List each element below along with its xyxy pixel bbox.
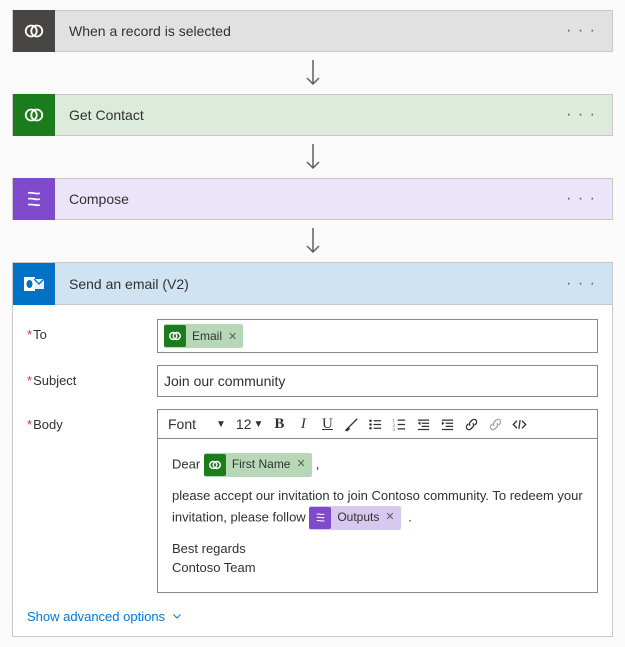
step-compose[interactable]: Compose · · ·: [12, 178, 613, 220]
outdent-button[interactable]: [413, 413, 433, 435]
code-view-button[interactable]: [509, 413, 529, 435]
step-title: Send an email (V2): [55, 276, 550, 292]
cds-icon: [13, 94, 55, 136]
step-title: Get Contact: [55, 107, 550, 123]
token-remove-icon[interactable]: ✕: [385, 510, 394, 526]
step-title: Compose: [55, 191, 550, 207]
unlink-button[interactable]: [485, 413, 505, 435]
field-label-to: *To: [27, 319, 157, 353]
svg-text:3: 3: [393, 426, 396, 431]
cds-icon: [204, 454, 226, 476]
token-first-name[interactable]: First Name ✕: [204, 453, 312, 477]
underline-button[interactable]: U: [317, 413, 337, 435]
step-menu-button[interactable]: · · ·: [550, 190, 612, 208]
bold-button[interactable]: B: [269, 413, 289, 435]
highlight-button[interactable]: [341, 413, 361, 435]
step-send-email-panel: Send an email (V2) · · · *To Email ✕ *Su…: [12, 262, 613, 637]
body-editor[interactable]: Dear First Name ✕ , please accept our in…: [157, 438, 598, 593]
step-menu-button[interactable]: · · ·: [550, 275, 612, 293]
token-outputs[interactable]: Outputs ✕: [309, 506, 400, 530]
link-button[interactable]: [461, 413, 481, 435]
field-to: *To Email ✕: [27, 319, 598, 353]
rte-toolbar: Font▼ 12▼ B I U 123: [157, 409, 598, 438]
field-label-subject: *Subject: [27, 365, 157, 397]
field-label-body: *Body: [27, 409, 157, 593]
arrow-down-icon: [10, 142, 615, 172]
to-input[interactable]: Email ✕: [157, 319, 598, 353]
step-trigger[interactable]: When a record is selected · · ·: [12, 10, 613, 52]
token-remove-icon[interactable]: ✕: [296, 457, 305, 473]
step-send-email-header[interactable]: Send an email (V2) · · ·: [13, 263, 612, 305]
arrow-down-icon: [10, 58, 615, 88]
chevron-down-icon: [171, 610, 183, 622]
cds-icon: [164, 325, 186, 347]
token-remove-icon[interactable]: ✕: [228, 330, 237, 343]
arrow-down-icon: [10, 226, 615, 256]
step-menu-button[interactable]: · · ·: [550, 106, 612, 124]
font-select[interactable]: Font▼: [164, 414, 230, 434]
font-size-select[interactable]: 12▼: [234, 414, 265, 434]
step-get-contact[interactable]: Get Contact · · ·: [12, 94, 613, 136]
number-list-button[interactable]: 123: [389, 413, 409, 435]
show-advanced-options[interactable]: Show advanced options: [27, 609, 183, 624]
compose-icon: [309, 507, 331, 529]
step-title: When a record is selected: [55, 23, 550, 39]
outlook-icon: [13, 263, 55, 305]
field-subject: *Subject Join our community: [27, 365, 598, 397]
field-body: *Body Font▼ 12▼ B I U: [27, 409, 598, 593]
bullet-list-button[interactable]: [365, 413, 385, 435]
italic-button[interactable]: I: [293, 413, 313, 435]
token-email[interactable]: Email ✕: [164, 324, 243, 348]
compose-icon: [13, 178, 55, 220]
subject-input[interactable]: Join our community: [157, 365, 598, 397]
indent-button[interactable]: [437, 413, 457, 435]
step-menu-button[interactable]: · · ·: [550, 22, 612, 40]
cds-icon: [13, 10, 55, 52]
